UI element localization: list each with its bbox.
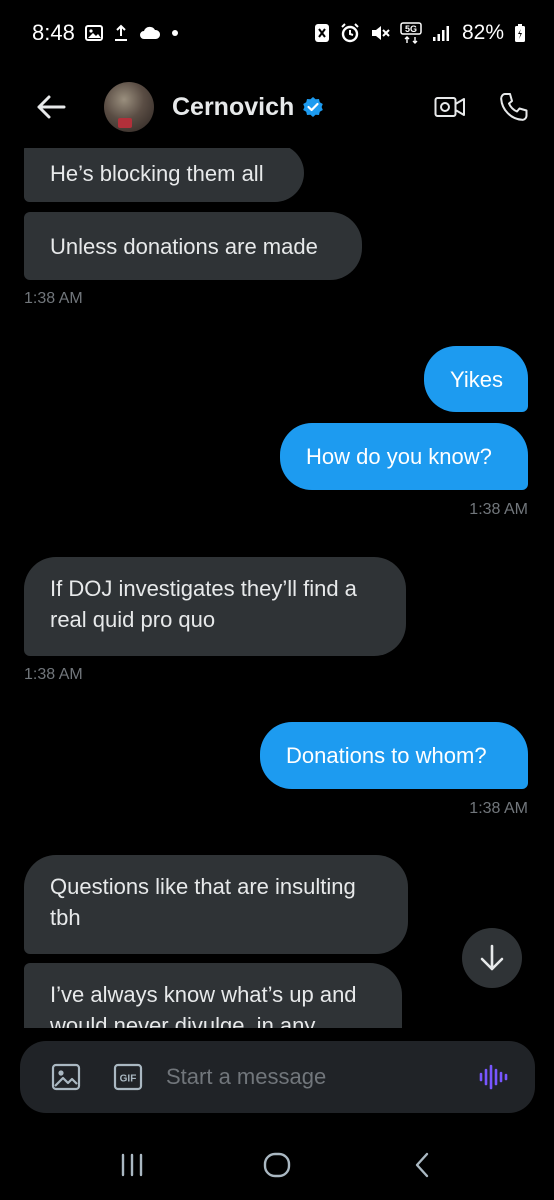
cloud-icon [139, 26, 161, 40]
message-text: Donations to whom? [286, 743, 487, 768]
mute-icon [370, 23, 390, 43]
message-text: How do you know? [306, 444, 492, 469]
message-input[interactable] [166, 1064, 467, 1090]
recent-apps-button[interactable] [108, 1141, 156, 1189]
message-timestamp: 1:38 AM [469, 800, 528, 817]
home-button[interactable] [253, 1141, 301, 1189]
arrow-down-icon [480, 944, 504, 971]
message-text: I’ve always know what’s up and would nev… [50, 982, 357, 1028]
verified-badge-icon [302, 96, 324, 118]
avatar[interactable] [104, 82, 154, 132]
message-composer: GIF [20, 1041, 535, 1113]
system-navigation-bar [0, 1130, 554, 1200]
image-icon [51, 1063, 81, 1091]
message-timestamp: 1:38 AM [24, 666, 83, 683]
header-actions [434, 91, 530, 123]
outgoing-message-bubble[interactable]: Donations to whom? [260, 722, 528, 789]
contact-name[interactable]: Cernovich [172, 93, 294, 122]
incoming-message-bubble[interactable]: I’ve always know what’s up and would nev… [24, 963, 402, 1028]
dot-icon [171, 29, 179, 37]
audio-waveform-icon [479, 1064, 508, 1090]
video-camera-icon [434, 97, 465, 117]
message-timestamp: 1:38 AM [24, 290, 83, 307]
outgoing-message-bubble[interactable]: How do you know? [280, 423, 528, 490]
outgoing-message-bubble[interactable]: Yikes [424, 346, 528, 412]
status-left: 8:48 [32, 20, 179, 46]
battery-icon [514, 23, 526, 43]
voice-message-button[interactable] [477, 1061, 509, 1093]
message-text: Questions like that are insulting tbh [50, 874, 356, 930]
5g-icon: 5G [400, 22, 422, 44]
message-text: Yikes [450, 366, 503, 392]
phone-icon [500, 93, 528, 121]
add-photo-button[interactable] [50, 1061, 82, 1093]
recent-apps-icon [122, 1153, 143, 1177]
nav-back-button[interactable] [398, 1141, 446, 1189]
back-arrow-icon [37, 95, 66, 119]
message-timestamp: 1:38 AM [469, 501, 528, 518]
message-thread[interactable]: He’s blocking them all Unless donations … [0, 148, 554, 1028]
signal-icon [432, 24, 452, 42]
scroll-to-bottom-button[interactable] [462, 928, 522, 988]
gif-icon: GIF [113, 1063, 143, 1091]
upload-icon [113, 24, 129, 42]
status-time: 8:48 [32, 20, 75, 45]
back-button[interactable] [34, 90, 68, 124]
status-bar: 8:48 5G 82% [0, 0, 554, 66]
image-icon [84, 24, 103, 42]
status-right: 5G 82% [314, 21, 526, 45]
alarm-icon [340, 23, 360, 43]
battery-percentage: 82% [461, 21, 504, 44]
conversation-header: Cernovich [0, 66, 554, 148]
home-icon [263, 1152, 291, 1178]
message-text: Unless donations are made [50, 233, 318, 259]
video-call-button[interactable] [434, 91, 466, 123]
message-text: He’s blocking them all [50, 160, 264, 186]
incoming-message-bubble[interactable]: Unless donations are made [24, 212, 362, 280]
nfc-icon [314, 23, 330, 43]
gif-button[interactable]: GIF [112, 1061, 144, 1093]
incoming-message-bubble[interactable]: He’s blocking them all [24, 148, 304, 202]
message-text: If DOJ investigates they’ll find a real … [50, 576, 357, 632]
svg-text:GIF: GIF [120, 1074, 137, 1085]
incoming-message-bubble[interactable]: If DOJ investigates they’ll find a real … [24, 557, 406, 656]
incoming-message-bubble[interactable]: Questions like that are insulting tbh [24, 855, 408, 954]
svg-text:5G: 5G [405, 24, 417, 34]
chevron-left-icon [415, 1152, 428, 1178]
voice-call-button[interactable] [498, 91, 530, 123]
